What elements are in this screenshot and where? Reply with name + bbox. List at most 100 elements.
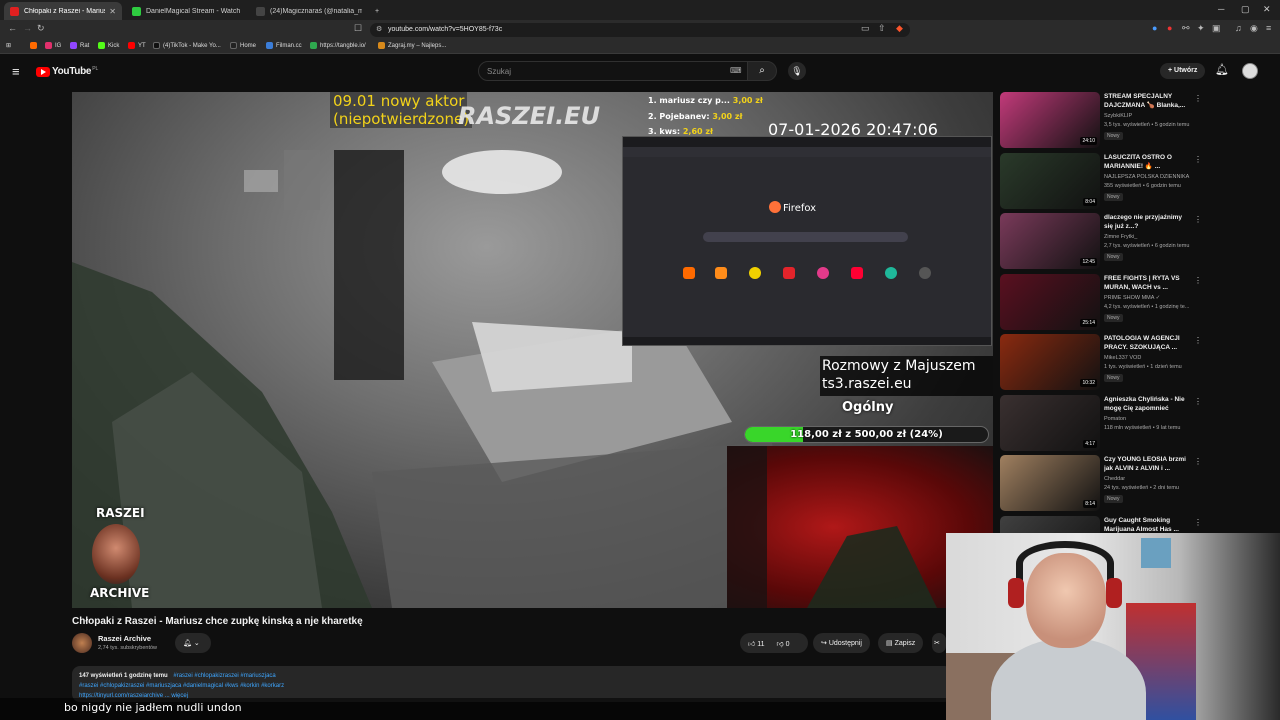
bookmark-icon[interactable]: ☐ bbox=[354, 23, 362, 34]
close-window-icon[interactable]: ✕ bbox=[1263, 4, 1271, 15]
more-options-icon[interactable]: ⋮ bbox=[1194, 276, 1202, 285]
extensions-menu-icon[interactable]: ▣ bbox=[1212, 23, 1221, 34]
share-icon[interactable]: ⇧ bbox=[878, 23, 886, 34]
recommendation-channel[interactable]: Zimne Frytki_ bbox=[1104, 234, 1137, 240]
recommendation-thumbnail[interactable]: 12:45 bbox=[1000, 213, 1100, 269]
save-button[interactable]: ▤ Zapisz bbox=[878, 633, 924, 653]
minimize-icon[interactable]: ─ bbox=[1218, 4, 1224, 14]
more-options-icon[interactable]: ⋮ bbox=[1194, 94, 1202, 103]
account-avatar[interactable] bbox=[1242, 63, 1258, 79]
clip-button[interactable]: ✂ bbox=[932, 633, 946, 653]
recommendation-title[interactable]: FREE FIGHTS | RYTA VS MURAN, WACH vs ... bbox=[1104, 274, 1190, 292]
share-button[interactable]: ↪ Udostępnij bbox=[813, 633, 870, 653]
brave-shield-icon[interactable]: ◆ bbox=[896, 23, 903, 34]
recommendation-channel[interactable]: SzybkiKLIP bbox=[1104, 113, 1132, 119]
video-duration: 8:04 bbox=[1083, 197, 1097, 206]
more-options-icon[interactable]: ⋮ bbox=[1194, 215, 1202, 224]
recommendation-title[interactable]: Czy YOUNG LEOSIA brzmi jak ALVIN z ALVIN… bbox=[1104, 455, 1190, 473]
voice-search-icon[interactable]: 🎙︎ bbox=[788, 62, 806, 80]
bookmark-item[interactable]: Kick bbox=[98, 42, 119, 49]
recommendation-title[interactable]: Guy Caught Smoking Marijuana Almost Has … bbox=[1104, 516, 1190, 534]
dislike-button[interactable]: 👎︎ 0 bbox=[777, 639, 790, 648]
bookmark-item[interactable]: YT bbox=[128, 42, 146, 49]
bookmark-item[interactable]: Filman.cc bbox=[266, 42, 302, 49]
extension-icon[interactable]: ● bbox=[1167, 23, 1172, 33]
more-options-icon[interactable]: ⋮ bbox=[1194, 336, 1202, 345]
recommendation-title[interactable]: dlaczego nie przyjaźnimy się już z...? bbox=[1104, 213, 1190, 231]
bookmark-item[interactable]: (4)TikTok - Make Yo... bbox=[153, 42, 221, 49]
recommendation-thumbnail[interactable]: 8:04 bbox=[1000, 152, 1100, 209]
recommendation-title[interactable]: PATOLOGIA W AGENCJI PRACY. SZOKUJĄCA ... bbox=[1104, 334, 1190, 352]
close-tab-icon[interactable]: ✕ bbox=[109, 7, 116, 16]
youtube-play-icon bbox=[36, 66, 50, 77]
recommendation-channel[interactable]: Pomaton bbox=[1104, 416, 1126, 422]
tab-tiktok[interactable]: (24)Magicznaraś (@natalia_magical bbox=[250, 2, 368, 20]
tags-line[interactable]: #raszei #chlopakizraszei #mariuszjaca bbox=[173, 673, 275, 679]
bookmark-item[interactable]: Rat bbox=[70, 42, 89, 49]
like-button[interactable]: 👍︎ 11 bbox=[748, 639, 765, 648]
bookmark-item[interactable]: https://tangble.io/ bbox=[310, 42, 366, 49]
tags-line-2[interactable]: #raszei #chlopakizraszei #mariuszjaca #d… bbox=[79, 681, 945, 691]
bookmark-item[interactable] bbox=[30, 42, 40, 49]
recommendation-channel[interactable]: MikeL337 VOD bbox=[1104, 355, 1141, 361]
recommendation-thumbnail[interactable]: 10:32 bbox=[1000, 334, 1100, 390]
bookmark-item[interactable]: IG bbox=[45, 42, 61, 49]
hamburger-menu-icon[interactable]: ≡ bbox=[12, 64, 20, 79]
recommendation-item[interactable]: 25:14 FREE FIGHTS | RYTA VS MURAN, WACH v… bbox=[1000, 273, 1202, 330]
extension-icon[interactable]: ⚯ bbox=[1182, 23, 1190, 34]
recommendation-item[interactable]: 4:17 Agnieszka Chylińska - Nie mogę Cię z… bbox=[1000, 394, 1202, 451]
bookmark-item[interactable]: Home bbox=[230, 42, 256, 49]
forward-icon[interactable]: → bbox=[23, 23, 32, 33]
music-icon[interactable]: ♫ bbox=[1235, 23, 1242, 33]
new-badge: Nowy bbox=[1104, 253, 1123, 261]
back-icon[interactable]: ← bbox=[8, 23, 17, 33]
recommendation-channel[interactable]: PRIME SHOW MMA ✓ bbox=[1104, 295, 1160, 301]
channel-name[interactable]: Raszei Archive bbox=[98, 634, 151, 643]
notifications-button[interactable]: 🔔︎ ⌄ bbox=[175, 633, 211, 653]
channel-avatar[interactable] bbox=[72, 633, 92, 653]
recommendation-item[interactable]: 10:32 PATOLOGIA W AGENCJI PRACY. SZOKUJĄC… bbox=[1000, 334, 1202, 390]
search-input[interactable]: Szukaj bbox=[478, 61, 748, 81]
more-options-icon[interactable]: ⋮ bbox=[1194, 457, 1202, 466]
tab-kick[interactable]: DanielMagical Stream - Watch Li bbox=[126, 2, 246, 20]
recommendation-item[interactable]: 8:14 Czy YOUNG LEOSIA brzmi jak ALVIN z A… bbox=[1000, 455, 1202, 511]
more-options-icon[interactable]: ⋮ bbox=[1194, 518, 1202, 527]
screenshot-icon[interactable]: ▭ bbox=[861, 23, 870, 34]
recommendation-title[interactable]: Agnieszka Chylińska - Nie mogę Cię zapom… bbox=[1104, 395, 1190, 413]
recommendation-channel[interactable]: NAJLEPSZA POLSKA DZIENNIKA bbox=[1104, 174, 1189, 180]
raszei-watermark: RASZEI.EU bbox=[458, 102, 601, 130]
search-button[interactable]: ⌕ bbox=[747, 61, 777, 81]
url-field[interactable]: youtube.com/watch?v=5HOY85-f73c bbox=[370, 23, 910, 37]
tab-youtube[interactable]: Chłopaki z Raszei - Mariusz c ✕ bbox=[4, 2, 122, 20]
recommendation-title[interactable]: STREAM SPECJALNY DAJCZMANA 🍗 Blanka,... bbox=[1104, 92, 1190, 110]
address-bar-row: ← → ↻ ☐ youtube.com/watch?v=5HOY85-f73c … bbox=[0, 20, 1280, 40]
video-description[interactable]: 147 wyświetleń 1 godzinę temu #raszei #c… bbox=[72, 666, 952, 702]
reload-icon[interactable]: ↻ bbox=[37, 23, 45, 34]
notifications-bell-icon[interactable]: 🔔︎ bbox=[1215, 63, 1229, 76]
more-options-icon[interactable]: ⋮ bbox=[1194, 397, 1202, 406]
create-button[interactable]: + Utwórz bbox=[1160, 63, 1206, 79]
new-tab-button[interactable]: + bbox=[372, 2, 386, 20]
youtube-logo[interactable]: YouTube PL bbox=[36, 66, 98, 77]
apps-icon[interactable]: ⊞ bbox=[6, 42, 11, 49]
keyboard-icon[interactable]: ⌨ bbox=[730, 66, 742, 75]
extension-icon[interactable]: ● bbox=[1152, 23, 1157, 33]
extension-icon[interactable]: ✦ bbox=[1197, 23, 1205, 34]
bookmark-item[interactable]: Zagraj.my – Najleps... bbox=[378, 42, 446, 49]
recommendation-thumbnail[interactable]: 8:14 bbox=[1000, 455, 1100, 511]
video-player[interactable]: 09.01 nowy aktor (niepotwierdzone) RASZE… bbox=[72, 92, 993, 608]
recommendation-thumbnail[interactable]: 25:14 bbox=[1000, 273, 1100, 330]
recommendation-thumbnail[interactable]: 24:10 bbox=[1000, 92, 1100, 148]
recommendation-item[interactable]: 24:10 STREAM SPECJALNY DAJCZMANA 🍗 Blanka… bbox=[1000, 92, 1202, 148]
more-options-icon[interactable]: ⋮ bbox=[1194, 155, 1202, 164]
archive-badge-top: RASZEI bbox=[96, 506, 145, 520]
menu-icon[interactable]: ≡ bbox=[1266, 23, 1271, 33]
recommendation-channel[interactable]: Cheddar bbox=[1104, 476, 1125, 482]
site-info-icon[interactable]: ⚙ bbox=[376, 25, 382, 33]
maximize-icon[interactable]: ▢ bbox=[1241, 4, 1250, 15]
recommendation-item[interactable]: 8:04 LASUCZITA OSTRO O MARIANNIE! 🔥 ... NA… bbox=[1000, 152, 1202, 209]
recommendation-item[interactable]: 12:45 dlaczego nie przyjaźnimy się już z.… bbox=[1000, 213, 1202, 269]
recommendation-title[interactable]: LASUCZITA OSTRO O MARIANNIE! 🔥 ... bbox=[1104, 153, 1190, 171]
wallet-icon[interactable]: ◉ bbox=[1250, 23, 1258, 34]
recommendation-thumbnail[interactable]: 4:17 bbox=[1000, 394, 1100, 451]
